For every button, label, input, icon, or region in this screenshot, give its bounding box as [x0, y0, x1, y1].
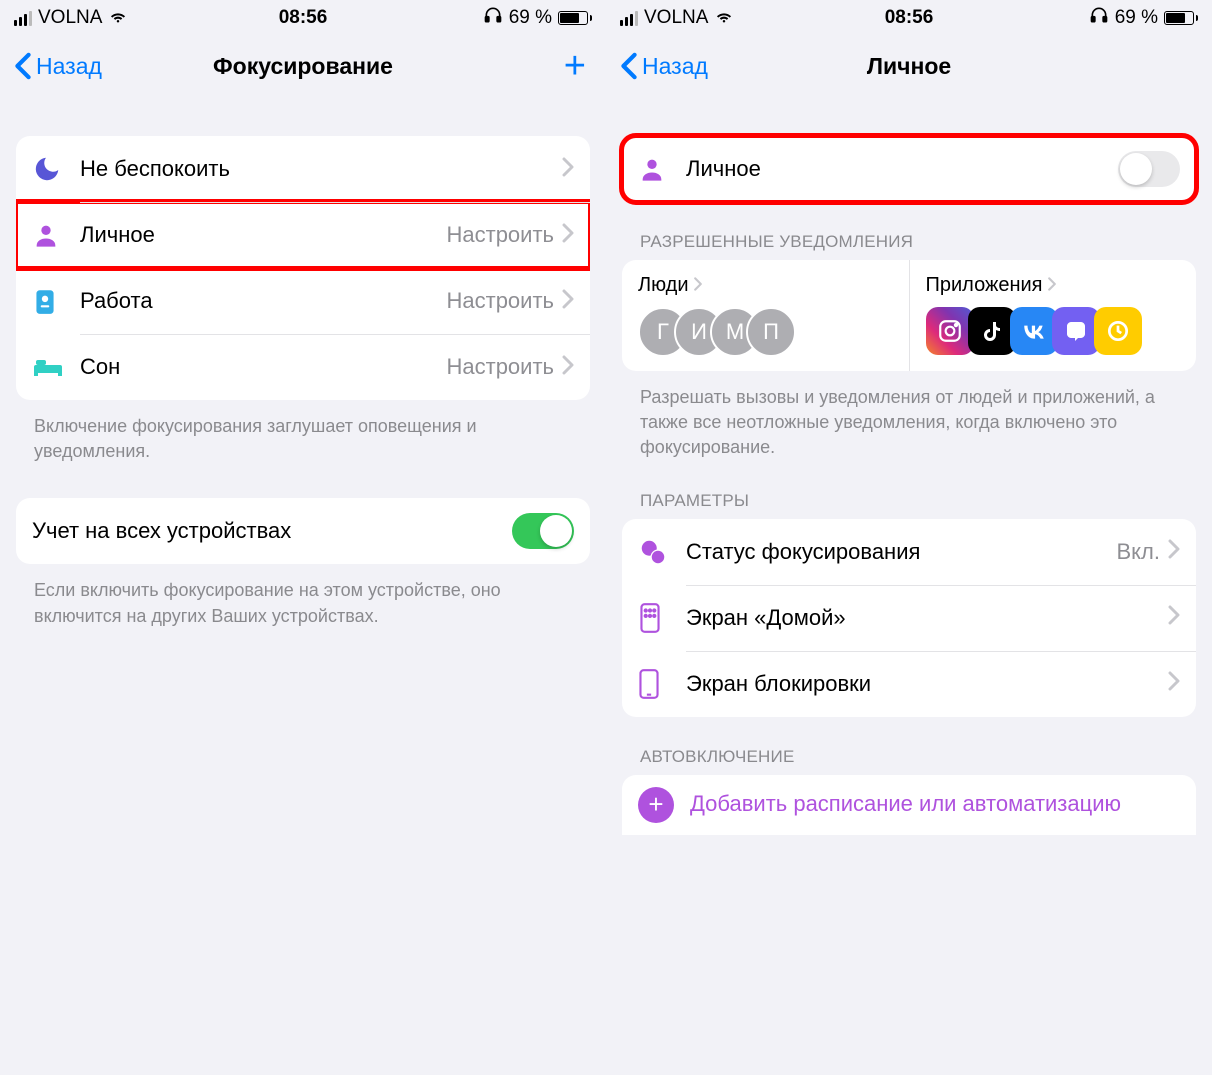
- clock: 08:56: [606, 7, 1212, 29]
- chevron-right-icon: [1168, 605, 1180, 630]
- row-detail: Вкл.: [1117, 539, 1161, 565]
- focus-modes-group: Не беспокоить Личное Настроить Работа На…: [16, 136, 590, 400]
- people-label: Люди: [638, 274, 689, 297]
- status-bar: VOLNA 08:56 69 %: [606, 0, 1212, 36]
- row-detail: Настроить: [447, 288, 555, 314]
- row-label: Учет на всех устройствах: [32, 518, 512, 544]
- chevron-right-icon: [562, 157, 574, 182]
- allowed-people[interactable]: Люди Г И М П: [622, 260, 909, 371]
- plus-circle-icon: +: [638, 787, 674, 823]
- phone-right: VOLNA 08:56 69 % Назад Личное Личное РАЗ…: [606, 0, 1212, 1075]
- add-schedule-label: Добавить расписание или автоматизацию: [690, 790, 1121, 819]
- battery-icon: [1164, 11, 1198, 25]
- add-focus-button[interactable]: +: [564, 47, 586, 85]
- params-group: Статус фокусирования Вкл. Экран «Домой» …: [622, 519, 1196, 717]
- chevron-right-icon: [562, 223, 574, 248]
- bed-icon: [32, 355, 80, 379]
- person-icon: [32, 221, 80, 249]
- row-personal-toggle: Личное: [622, 136, 1196, 202]
- chevron-right-icon: [1168, 539, 1180, 564]
- row-personal[interactable]: Личное Настроить: [16, 202, 590, 268]
- chevron-right-icon: [1047, 274, 1057, 297]
- tiktok-icon: [968, 307, 1016, 355]
- chevron-right-icon: [562, 355, 574, 380]
- row-dnd[interactable]: Не беспокоить: [16, 136, 590, 202]
- row-lock-screen[interactable]: Экран блокировки: [622, 651, 1196, 717]
- section-header: РАЗРЕШЕННЫЕ УВЕДОМЛЕНИЯ: [622, 202, 1196, 260]
- row-share: Учет на всех устройствах: [16, 498, 590, 564]
- nav-bar: Назад Фокусирование +: [0, 36, 606, 96]
- row-label: Работа: [80, 288, 447, 314]
- instagram-icon: [926, 307, 974, 355]
- status-bar: VOLNA 08:56 69 %: [0, 0, 606, 36]
- share-toggle[interactable]: [512, 513, 574, 549]
- people-avatars: Г И М П: [638, 307, 893, 357]
- badge-icon: [32, 286, 80, 316]
- row-sleep[interactable]: Сон Настроить: [16, 334, 590, 400]
- allowed-footer: Разрешать вызовы и уведомления от людей …: [622, 371, 1196, 461]
- row-label: Сон: [80, 354, 447, 380]
- person-icon: [638, 155, 686, 183]
- apps-label: Приложения: [926, 274, 1043, 297]
- nav-bar: Назад Личное: [606, 36, 1212, 96]
- phone-left: VOLNA 08:56 69 % Назад Фокусирование + Н…: [0, 0, 606, 1075]
- lock-screen-icon: [638, 668, 686, 700]
- battery-icon: [558, 11, 592, 25]
- add-schedule-button[interactable]: + Добавить расписание или автоматизацию: [622, 775, 1196, 835]
- home-screen-icon: [638, 602, 686, 634]
- personal-toggle[interactable]: [1118, 151, 1180, 187]
- row-home-screen[interactable]: Экран «Домой»: [622, 585, 1196, 651]
- row-work[interactable]: Работа Настроить: [16, 268, 590, 334]
- row-detail: Настроить: [447, 222, 555, 248]
- section-header: ПАРАМЕТРЫ: [622, 461, 1196, 519]
- row-label: Личное: [80, 222, 447, 248]
- row-label: Статус фокусирования: [686, 539, 1117, 565]
- group-footer: Если включить фокусирование на этом устр…: [16, 564, 590, 628]
- moon-icon: [32, 154, 80, 184]
- app-icons: [926, 307, 1181, 355]
- section-header: АВТОВКЛЮЧЕНИЕ: [622, 717, 1196, 775]
- row-label: Экран блокировки: [686, 671, 1168, 697]
- clock-icon: [1094, 307, 1142, 355]
- row-detail: Настроить: [447, 354, 555, 380]
- row-label: Экран «Домой»: [686, 605, 1168, 631]
- focus-status-icon: [638, 537, 686, 567]
- allowed-notifications-card: Люди Г И М П Приложения: [622, 260, 1196, 371]
- viber-icon: [1052, 307, 1100, 355]
- page-title: Фокусирование: [0, 53, 606, 80]
- vk-icon: [1010, 307, 1058, 355]
- row-label: Личное: [686, 156, 1118, 182]
- chevron-right-icon: [693, 274, 703, 297]
- row-focus-status[interactable]: Статус фокусирования Вкл.: [622, 519, 1196, 585]
- clock: 08:56: [0, 7, 606, 29]
- chevron-right-icon: [1168, 671, 1180, 696]
- chevron-right-icon: [562, 289, 574, 314]
- row-label: Не беспокоить: [80, 156, 562, 182]
- group-footer: Включение фокусирования заглушает оповещ…: [16, 400, 590, 464]
- share-group: Учет на всех устройствах: [16, 498, 590, 564]
- page-title: Личное: [606, 53, 1212, 80]
- avatar: П: [746, 307, 796, 357]
- allowed-apps[interactable]: Приложения: [909, 260, 1197, 371]
- personal-toggle-group: Личное: [622, 136, 1196, 202]
